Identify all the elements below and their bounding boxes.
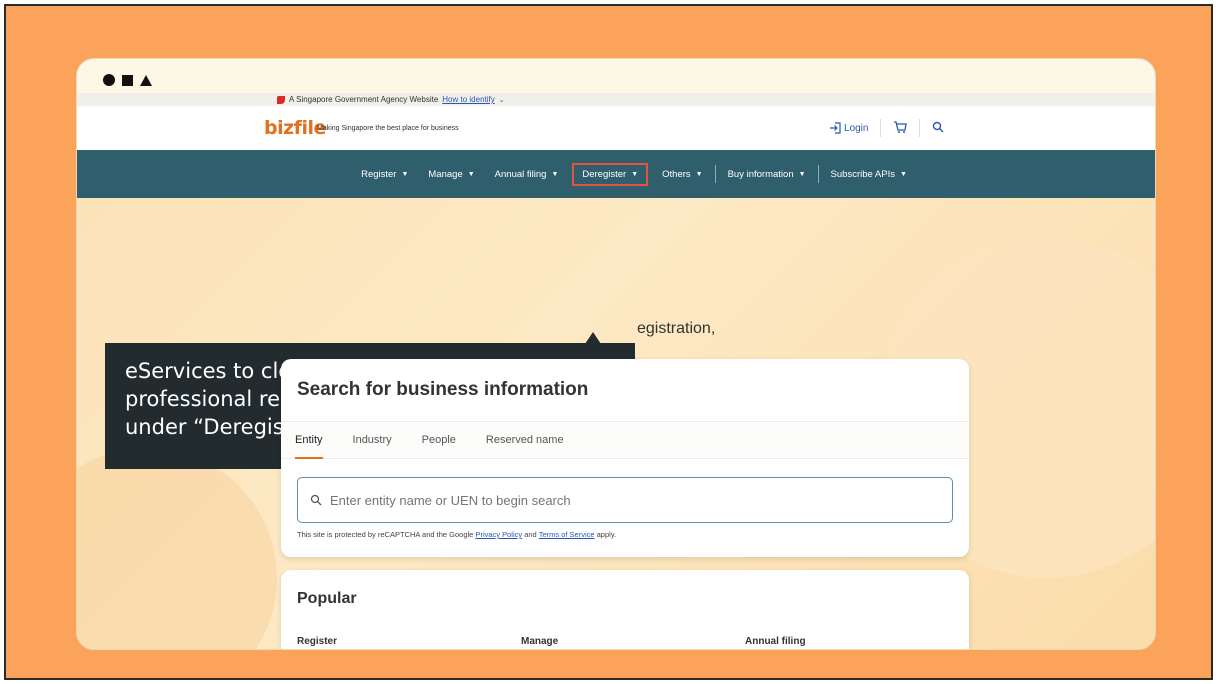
privacy-policy-link[interactable]: Privacy Policy — [475, 530, 522, 539]
caret-down-icon: ▼ — [899, 170, 907, 178]
search-icon[interactable] — [932, 121, 944, 136]
recaptcha-note: This site is protected by reCAPTCHA and … — [297, 530, 616, 539]
caret-down-icon: ▼ — [695, 170, 703, 178]
browser-window: A Singapore Government Agency Website Ho… — [76, 58, 1156, 650]
window-triangle-icon[interactable] — [140, 74, 152, 86]
gov-banner-text: A Singapore Government Agency Website — [289, 95, 439, 104]
cart-icon[interactable] — [893, 120, 908, 137]
nav-manage[interactable]: Manage ▼ — [418, 163, 484, 186]
header-actions: Login — [829, 119, 944, 137]
nav-register[interactable]: Register ▼ — [351, 163, 418, 186]
window-controls — [103, 73, 152, 87]
site-header: bizfile Making Singapore the best place … — [77, 106, 1155, 150]
popular-col-register[interactable]: Register — [297, 636, 521, 647]
popular-columns: Register Manage Annual filing — [297, 636, 969, 647]
terms-of-service-link[interactable]: Terms of Service — [539, 530, 595, 539]
caret-down-icon: ▼ — [467, 170, 475, 178]
nav-buy-information[interactable]: Buy information ▼ — [718, 163, 816, 186]
recaptcha-and: and — [524, 530, 537, 539]
login-icon — [830, 122, 841, 134]
decorative-shape — [77, 448, 277, 649]
gov-banner: A Singapore Government Agency Website Ho… — [77, 93, 1155, 106]
search-icon — [310, 494, 322, 506]
nav-annual-filing[interactable]: Annual filing ▼ — [485, 163, 569, 186]
popular-card: Popular Register Manage Annual filing — [281, 570, 969, 649]
hero-subtext: egistration, — [637, 320, 716, 337]
popular-col-manage[interactable]: Manage — [521, 636, 745, 647]
tab-people[interactable]: People — [422, 421, 456, 459]
popular-title: Popular — [297, 590, 357, 607]
recaptcha-prefix: This site is protected by reCAPTCHA and … — [297, 530, 474, 539]
search-title: Search for business information — [297, 379, 589, 400]
nav-manage-label: Manage — [428, 168, 463, 180]
search-input-box[interactable] — [297, 477, 953, 523]
tab-industry[interactable]: Industry — [353, 421, 392, 459]
window-circle-icon[interactable] — [103, 74, 115, 86]
tagline: Making Singapore the best place for busi… — [317, 125, 459, 132]
header-divider — [919, 119, 921, 137]
nav-divider — [714, 165, 716, 183]
nav-deregister[interactable]: Deregister ▼ — [572, 162, 649, 186]
nav-subscribe-apis-label: Subscribe APIs — [830, 168, 895, 180]
login-button[interactable]: Login — [829, 122, 868, 134]
caret-down-icon: ▼ — [551, 170, 559, 178]
nav-deregister-label: Deregister — [582, 168, 627, 180]
nav-register-label: Register — [361, 168, 397, 180]
recaptcha-apply: apply. — [596, 530, 617, 539]
tab-reserved-name[interactable]: Reserved name — [486, 421, 564, 459]
nav-divider — [817, 165, 819, 183]
lion-icon — [277, 95, 285, 104]
caret-down-icon: ▼ — [631, 170, 639, 178]
nav-subscribe-apis[interactable]: Subscribe APIs ▼ — [821, 163, 917, 186]
nav-others-label: Others — [662, 168, 691, 180]
header-divider — [880, 119, 882, 137]
slide-frame: A Singapore Government Agency Website Ho… — [4, 4, 1213, 680]
nav-buy-information-label: Buy information — [727, 168, 794, 180]
nav-annual-filing-label: Annual filing — [494, 168, 547, 180]
chevron-down-icon[interactable]: ⌄ — [499, 96, 505, 104]
search-card: Search for business information Entity I… — [281, 359, 969, 557]
entity-search-input[interactable] — [330, 492, 930, 508]
main-nav: Register ▼ Manage ▼ Annual filing ▼ Deregis… — [77, 150, 1155, 198]
caret-down-icon: ▼ — [401, 170, 409, 178]
tab-entity[interactable]: Entity — [295, 421, 323, 459]
how-to-identify-link[interactable]: How to identify — [442, 95, 494, 104]
popular-col-annual-filing[interactable]: Annual filing — [745, 636, 969, 647]
caret-down-icon: ▼ — [798, 170, 806, 178]
search-tabs: Entity Industry People Reserved name — [281, 421, 969, 459]
login-label: Login — [844, 122, 869, 134]
window-square-icon[interactable] — [122, 74, 133, 86]
nav-others[interactable]: Others ▼ — [652, 163, 712, 186]
